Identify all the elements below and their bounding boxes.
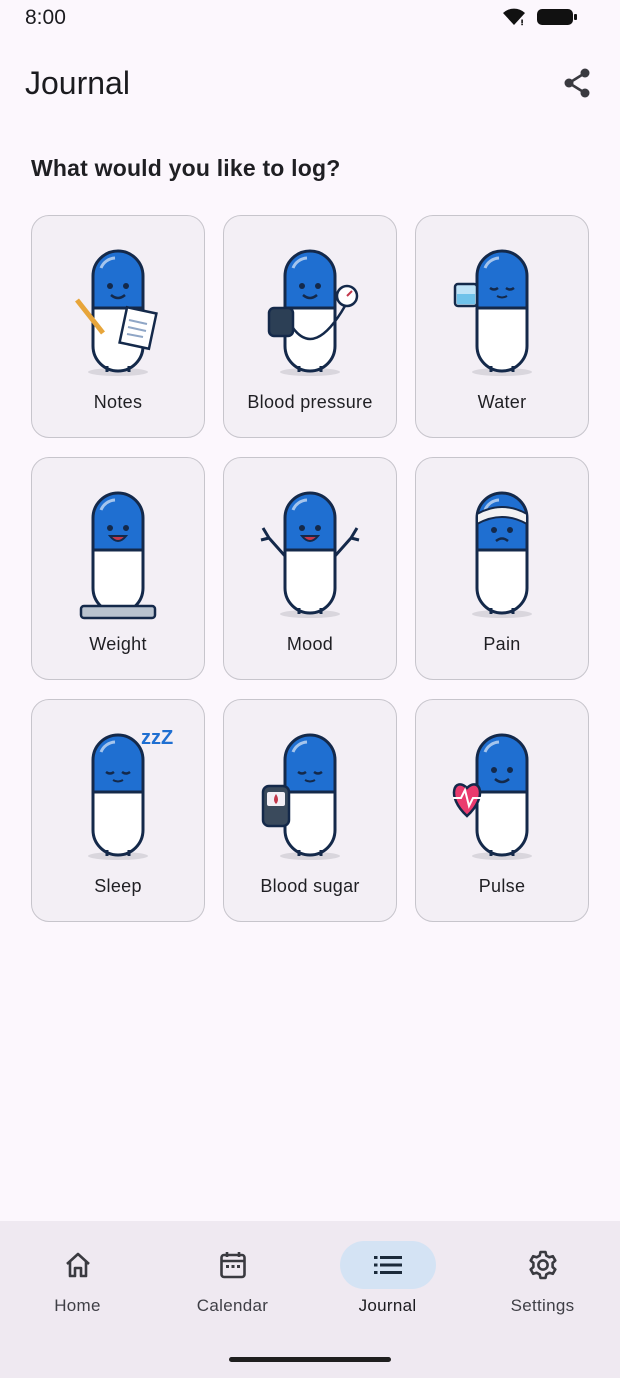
home-icon (65, 1252, 90, 1278)
nav-label: Home (54, 1296, 101, 1315)
share-button[interactable] (560, 66, 594, 100)
list-icon (373, 1256, 402, 1274)
nav-label: Journal (358, 1296, 417, 1315)
tile-blood-pressure[interactable]: Blood pressure (223, 215, 397, 438)
log-prompt-heading: What would you like to log? (31, 155, 341, 181)
home-indicator (229, 1357, 391, 1362)
share-icon (564, 68, 590, 98)
tile-label: Mood (286, 634, 334, 654)
tile-label: Weight (89, 634, 147, 654)
nav-item-calendar[interactable]: Calendar (155, 1221, 310, 1331)
nav-pill (185, 1241, 281, 1289)
nav-pill (30, 1241, 126, 1289)
nav-pill (495, 1241, 591, 1289)
page-title: Journal (25, 65, 130, 101)
tile-label: Blood sugar (260, 876, 360, 896)
pulse-pill-icon (452, 733, 532, 860)
log-options-grid: Notes Blood pressure Water Weight Mood P… (31, 215, 589, 922)
status-time: 8:00 (25, 6, 66, 29)
status-bar: 8:00 (0, 0, 620, 36)
tile-weight[interactable]: Weight (31, 457, 205, 680)
tile-mood[interactable]: Mood (223, 457, 397, 680)
weight-pill-icon (79, 491, 157, 620)
nav-pill-active (339, 1241, 436, 1289)
nav-item-journal[interactable]: Journal (310, 1221, 465, 1331)
mood-pill-icon (260, 491, 360, 618)
notes-pill-icon (75, 249, 158, 376)
wifi-icon (503, 8, 525, 26)
tile-sleep[interactable]: zzZ Sleep (31, 699, 205, 922)
tile-label: Sleep (94, 876, 142, 896)
status-icons (502, 7, 578, 27)
tile-label: Pulse (478, 876, 526, 896)
tile-label: Pain (483, 634, 521, 654)
pain-pill-icon (472, 491, 532, 618)
tile-water[interactable]: Water (415, 215, 589, 438)
tile-pain[interactable]: Pain (415, 457, 589, 680)
tile-label: Water (477, 392, 527, 412)
nav-label: Calendar (196, 1296, 269, 1315)
nav-label: Settings (510, 1296, 575, 1315)
nav-item-home[interactable]: Home (0, 1221, 155, 1331)
water-pill-icon (453, 249, 532, 376)
sleep-pill-icon: zzZ (88, 727, 173, 860)
nav-item-settings[interactable]: Settings (465, 1221, 620, 1331)
bottom-nav: Home Calendar Journal Settings (0, 1221, 620, 1378)
svg-text:zzZ: zzZ (141, 727, 173, 749)
tile-blood-sugar[interactable]: Blood sugar (223, 699, 397, 922)
gear-icon (528, 1250, 557, 1280)
blood-pressure-pill-icon (267, 249, 359, 376)
blood-sugar-pill-icon (261, 733, 340, 860)
tile-pulse[interactable]: Pulse (415, 699, 589, 922)
battery-icon (537, 9, 577, 25)
calendar-icon (219, 1252, 246, 1279)
tile-label: Blood pressure (247, 392, 373, 412)
tile-notes[interactable]: Notes (31, 215, 205, 438)
tile-label: Notes (93, 392, 143, 412)
app-bar: Journal (0, 52, 620, 116)
